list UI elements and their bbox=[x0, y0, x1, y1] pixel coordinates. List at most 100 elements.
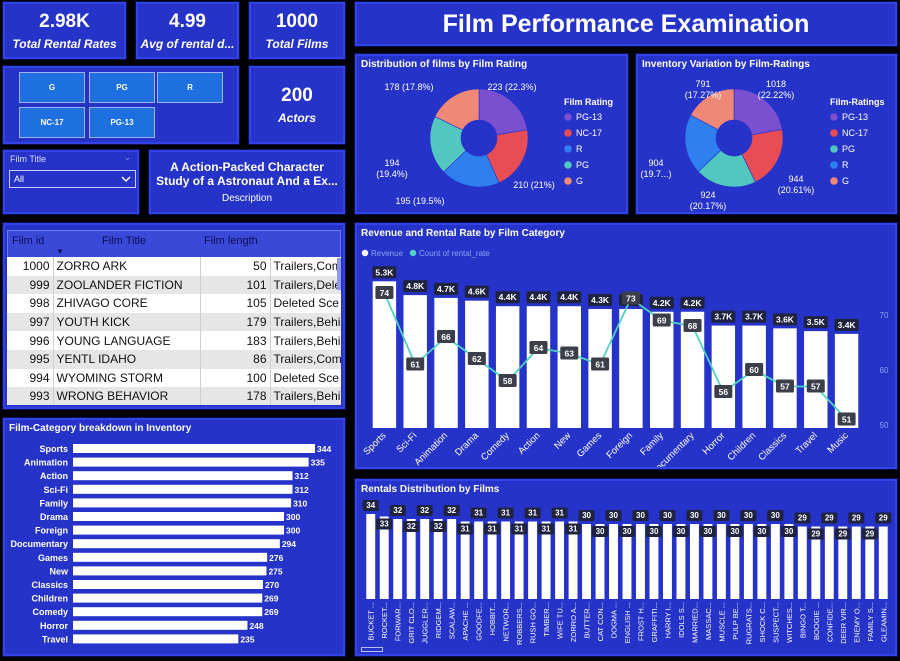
rating-button-pg13[interactable]: PG-13 bbox=[89, 107, 155, 138]
legend-item-g[interactable]: G bbox=[576, 176, 583, 186]
table-row[interactable]: 995 YENTL IDAHO 86 Trailers,Com bbox=[7, 349, 341, 369]
category-bar[interactable] bbox=[73, 525, 285, 535]
category-bar[interactable] bbox=[73, 539, 280, 549]
legend-item-pg[interactable]: PG bbox=[576, 160, 589, 170]
category-bar[interactable] bbox=[73, 457, 309, 467]
category-bar[interactable] bbox=[73, 566, 267, 576]
x-axis-tick: CONFIDE... bbox=[825, 602, 834, 642]
legend-item-nc-17[interactable]: NC-17 bbox=[842, 128, 868, 138]
rating-button-nc17[interactable]: NC-17 bbox=[19, 107, 85, 138]
legend-item-pg-13[interactable]: PG-13 bbox=[842, 112, 868, 122]
legend-item-count[interactable]: Count of rental_rate bbox=[419, 249, 490, 258]
film-rental-bar[interactable] bbox=[851, 526, 861, 600]
film-rental-bar[interactable] bbox=[663, 524, 672, 599]
category-bar[interactable] bbox=[73, 512, 285, 521]
film-title-dropdown[interactable]: All bbox=[9, 170, 136, 188]
film-rental-bar[interactable] bbox=[474, 521, 484, 600]
kpi-total-rental-rates: 2.98K Total Rental Rates bbox=[2, 1, 127, 60]
category-bar[interactable] bbox=[73, 484, 293, 494]
table-row[interactable]: 1000 ZORRO ARK 50 Trailers,Com bbox=[7, 257, 341, 276]
rating-button-pg[interactable]: PG bbox=[89, 72, 155, 103]
x-axis-tick: SHOCK C... bbox=[758, 602, 767, 642]
film-rental-bar[interactable] bbox=[797, 526, 807, 600]
category-bar[interactable] bbox=[73, 580, 263, 589]
film-rental-data-label: 30 bbox=[609, 511, 618, 520]
x-axis-tick: GLEAMIN... bbox=[879, 602, 888, 642]
legend-item-pg[interactable]: PG bbox=[842, 144, 855, 154]
category-bar[interactable] bbox=[73, 498, 292, 508]
film-rental-data-label: 32 bbox=[420, 506, 429, 515]
revenue-bar[interactable] bbox=[526, 306, 551, 428]
revenue-data-label: 4.8K bbox=[406, 281, 425, 291]
film-id-cell: 997 bbox=[7, 312, 54, 332]
film-rental-bar[interactable] bbox=[366, 514, 376, 599]
film-rental-bar[interactable] bbox=[501, 521, 511, 600]
category-bar[interactable] bbox=[73, 444, 315, 453]
film-rental-bar[interactable] bbox=[393, 519, 403, 599]
film-id-cell: 1000 bbox=[7, 257, 54, 276]
revenue-data-label: 4.7K bbox=[437, 284, 456, 294]
film-rental-data-label: 32 bbox=[447, 506, 456, 515]
slice-data-label: (22.22%) bbox=[758, 90, 795, 100]
revenue-bar[interactable] bbox=[773, 328, 797, 428]
revenue-bar[interactable] bbox=[495, 306, 520, 428]
film-rental-bar[interactable] bbox=[689, 524, 699, 599]
legend-item-nc-17[interactable]: NC-17 bbox=[576, 128, 602, 138]
revenue-bar[interactable] bbox=[619, 308, 643, 428]
film-rental-bar[interactable] bbox=[582, 524, 591, 599]
rating-button-g[interactable]: G bbox=[19, 72, 85, 103]
rating-button-r[interactable]: R bbox=[157, 72, 223, 103]
revenue-bar[interactable] bbox=[650, 311, 674, 428]
legend-item-r[interactable]: R bbox=[576, 144, 583, 154]
revenue-bar[interactable] bbox=[372, 281, 397, 428]
pie-slice-pg-13[interactable] bbox=[478, 88, 528, 136]
film-rental-bar[interactable] bbox=[824, 526, 834, 600]
legend-item-pg-13[interactable]: PG-13 bbox=[576, 112, 602, 122]
category-bar[interactable] bbox=[73, 620, 248, 630]
film-rental-bar[interactable] bbox=[447, 519, 457, 599]
category-bar[interactable] bbox=[73, 471, 293, 481]
x-axis-tick: Foreign bbox=[604, 430, 635, 461]
category-bar[interactable] bbox=[73, 607, 263, 617]
kpi-total-films: 1000 Total Films bbox=[248, 1, 346, 60]
x-axis-tick: APACHE ... bbox=[461, 602, 470, 641]
description-card: A Action-Packed Character Study of a Ast… bbox=[148, 149, 346, 215]
film-rental-bar[interactable] bbox=[420, 519, 430, 599]
film-title-cell: YOUTH KICK bbox=[53, 312, 201, 332]
table-row[interactable]: 997 YOUTH KICK 179 Trailers,Behi bbox=[7, 312, 341, 332]
revenue-data-label: 3.7K bbox=[714, 312, 733, 322]
table-row[interactable]: 999 ZOOLANDER FICTION 101 Trailers,Dele bbox=[7, 275, 341, 295]
film-rental-bar[interactable] bbox=[716, 524, 726, 599]
x-axis-tick: FROST H... bbox=[636, 602, 645, 641]
revenue-bar[interactable] bbox=[434, 297, 458, 428]
film-title-cell: YOUNG LANGUAGE bbox=[53, 331, 201, 350]
legend-item-revenue[interactable]: Revenue bbox=[371, 249, 404, 258]
legend-item-r[interactable]: R bbox=[842, 160, 849, 170]
film-title-cell: YENTL IDAHO bbox=[53, 349, 201, 369]
category-bar[interactable] bbox=[73, 634, 239, 644]
table-row[interactable]: 998 ZHIVAGO CORE 105 Deleted Sce bbox=[7, 294, 341, 313]
vertical-scrollbar[interactable] bbox=[337, 258, 341, 290]
horizontal-scrollbar[interactable] bbox=[361, 647, 383, 652]
x-axis-tick: BUCKET ... bbox=[367, 602, 376, 641]
column-header-film-length[interactable]: Film length bbox=[204, 235, 258, 247]
film-rental-bar[interactable] bbox=[609, 524, 618, 599]
revenue-bar[interactable] bbox=[557, 306, 581, 428]
film-rental-bar[interactable] bbox=[555, 521, 565, 600]
film-rental-bar[interactable] bbox=[636, 524, 645, 599]
x-axis-tick: MARRIED... bbox=[690, 602, 699, 643]
table-row[interactable]: 996 YOUNG LANGUAGE 183 Trailers,Behi bbox=[7, 331, 341, 350]
film-rental-bar[interactable] bbox=[878, 526, 888, 600]
film-rental-bar[interactable] bbox=[743, 524, 753, 599]
column-header-film-title[interactable]: Film Title bbox=[102, 235, 146, 247]
revenue-bar[interactable] bbox=[711, 325, 736, 428]
sort-descending-icon[interactable]: ▼ bbox=[56, 247, 64, 256]
film-rental-bar[interactable] bbox=[528, 521, 538, 600]
table-row[interactable]: 993 WRONG BEHAVIOR 178 Trailers,Behi bbox=[7, 387, 341, 405]
table-row[interactable]: 994 WYOMING STORM 100 Deleted Sce bbox=[7, 368, 341, 388]
column-header-film-id[interactable]: Film id bbox=[12, 235, 44, 247]
category-bar[interactable] bbox=[73, 552, 268, 562]
category-bar[interactable] bbox=[73, 593, 263, 603]
legend-item-g[interactable]: G bbox=[842, 176, 849, 186]
film-rental-bar[interactable] bbox=[770, 524, 780, 599]
